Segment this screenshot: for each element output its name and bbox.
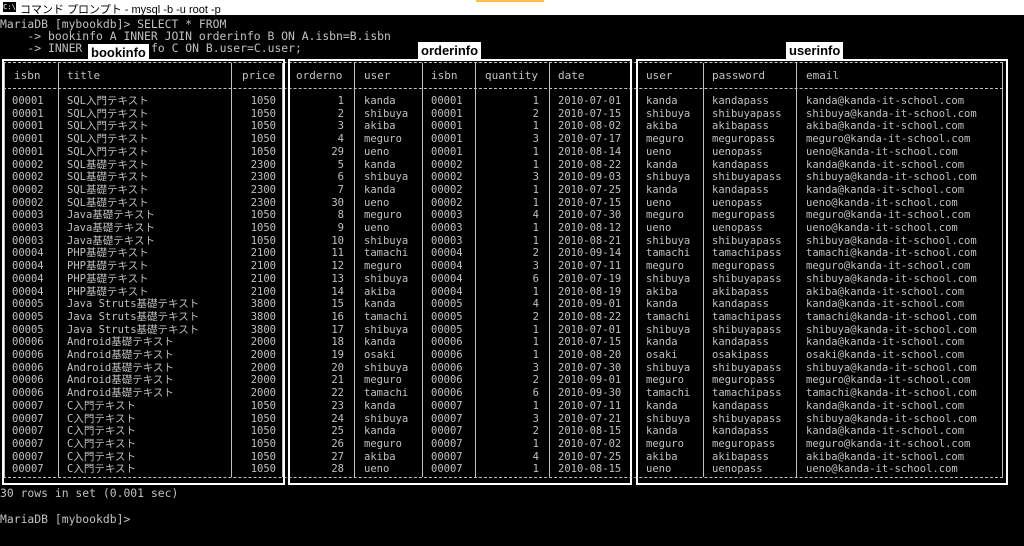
window-title: コマンド プロンプト - mysql -b -u root -p <box>20 4 221 16</box>
userinfo-highlight-frame <box>636 59 1008 485</box>
userinfo-label: userinfo <box>786 42 844 59</box>
bookinfo-label: bookinfo <box>88 44 149 61</box>
orderinfo-label: orderinfo <box>418 42 482 59</box>
orderinfo-highlight-frame <box>288 59 632 485</box>
window-titlebar: C:\ コマンド プロンプト - mysql -b -u root -p <box>0 0 1024 16</box>
console-line-3a: -> INNER <box>0 41 83 55</box>
console-prompt[interactable]: MariaDB [mybookdb]> <box>0 513 130 525</box>
console-icon: C:\ <box>3 2 16 12</box>
titlebar-accent <box>476 0 544 2</box>
console-line-3b: fo C ON B.user=C.user; <box>151 41 302 55</box>
result-summary: 30 rows in set (0.001 sec) <box>0 486 179 500</box>
bookinfo-highlight-frame <box>2 59 285 485</box>
